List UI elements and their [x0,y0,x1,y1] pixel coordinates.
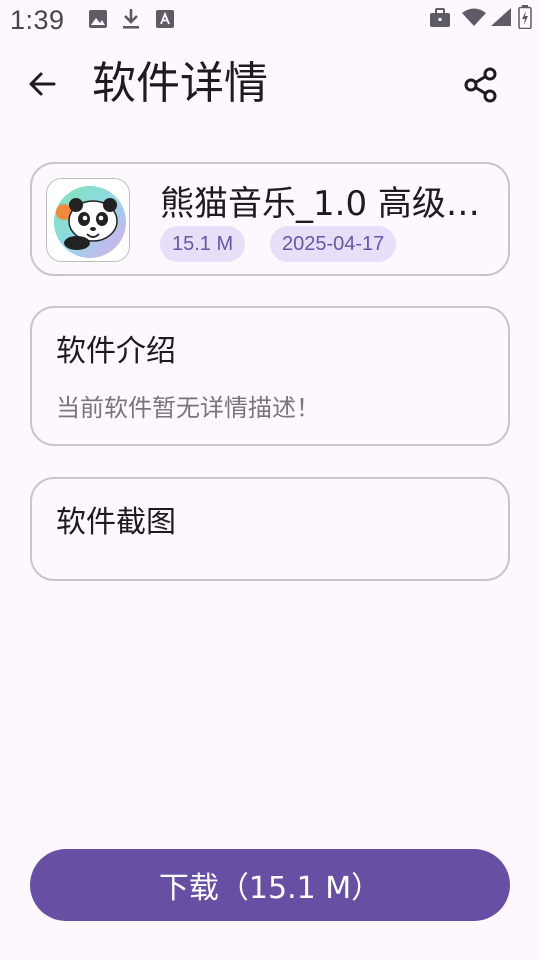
panda-logo-icon [47,179,129,261]
app-name: 熊猫音乐_1.0 高级… [160,184,480,224]
page-title: 软件详情 [92,58,268,109]
intro-heading: 软件介绍 [56,334,176,369]
download-icon [123,9,139,29]
app-info-card[interactable]: 熊猫音乐_1.0 高级… 15.1 M 2025-04-17 [30,162,510,276]
screenshots-heading: 软件截图 [56,505,176,540]
top-app-bar: 软件详情 [0,44,540,128]
status-time: 1:39 [10,5,65,35]
share-button[interactable] [458,62,504,108]
date-chip: 2025-04-17 [270,226,397,262]
intro-description: 当前软件暂无详情描述！ [56,394,320,422]
download-button[interactable]: 下载（15.1 M） [30,849,510,921]
battery-icon [518,5,532,29]
status-bar: 1:39 [0,0,540,44]
wifi-icon [462,8,486,26]
share-icon [464,67,497,103]
font-icon [156,10,174,28]
briefcase-icon [430,8,450,27]
image-icon [89,10,107,28]
back-button[interactable] [20,62,64,106]
signal-icon [491,8,511,26]
size-chip: 15.1 M [160,226,246,262]
intro-card: 软件介绍 当前软件暂无详情描述！ [30,306,510,446]
screenshots-card: 软件截图 [30,477,510,581]
arrow-left-icon [29,72,56,96]
app-icon [46,178,130,262]
